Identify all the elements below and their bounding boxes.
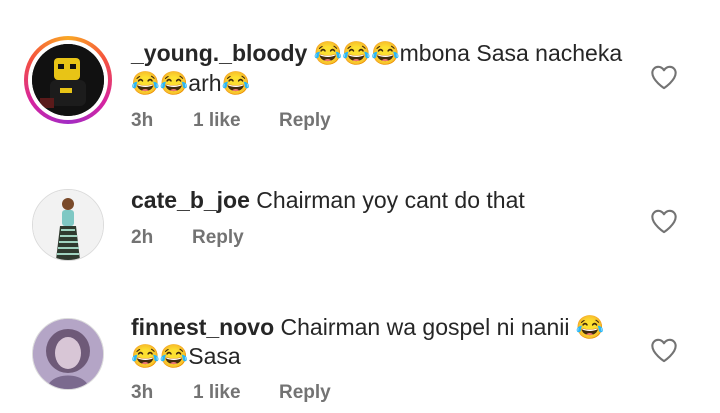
reply-button[interactable]: Reply: [192, 227, 244, 249]
heart-outline-icon[interactable]: [650, 208, 678, 234]
comment-time: 3h: [131, 382, 154, 403]
comment-text-line-2: 😂😂Sasa: [131, 341, 241, 371]
avatar[interactable]: [32, 189, 104, 261]
comment-time: 2h: [131, 227, 154, 248]
comment-text-line: _young._bloody 😂😂😂mbona Sasa nacheka: [131, 38, 622, 68]
comment-text-line: cate_b_joe Chairman yoy cant do that: [131, 185, 525, 215]
comment-likes[interactable]: 1 like: [193, 110, 241, 132]
comment-username[interactable]: finnest_novo: [131, 314, 274, 340]
avatar[interactable]: [32, 318, 104, 390]
comment-time: 3h: [131, 110, 154, 131]
comment-body: Chairman yoy cant do that: [256, 187, 525, 213]
comment-item: finnest_novo Chairman wa gospel ni nanii…: [0, 285, 720, 413]
heart-outline-icon[interactable]: [650, 64, 678, 90]
comment-username[interactable]: cate_b_joe: [131, 187, 250, 213]
comment-text-line: finnest_novo Chairman wa gospel ni nanii…: [131, 312, 604, 342]
comment-likes[interactable]: 1 like: [193, 382, 241, 404]
reply-button[interactable]: Reply: [279, 382, 331, 404]
heart-outline-icon[interactable]: [650, 337, 678, 363]
comment-body: Chairman wa gospel ni nanii 😂: [280, 314, 605, 340]
comment-body-continued: 😂😂Sasa: [131, 343, 241, 369]
comment-username[interactable]: _young._bloody: [131, 40, 307, 66]
comment-body-continued: 😂😂arh😂: [131, 70, 251, 96]
comment-item: cate_b_joe Chairman yoy cant do that 2h …: [0, 145, 720, 285]
reply-button[interactable]: Reply: [279, 110, 331, 132]
avatar[interactable]: [24, 36, 112, 124]
comment-body: 😂😂😂mbona Sasa nacheka: [313, 40, 623, 66]
comment-item: _young._bloody 😂😂😂mbona Sasa nacheka 😂😂a…: [0, 0, 720, 145]
comment-text-line-2: 😂😂arh😂: [131, 68, 250, 98]
